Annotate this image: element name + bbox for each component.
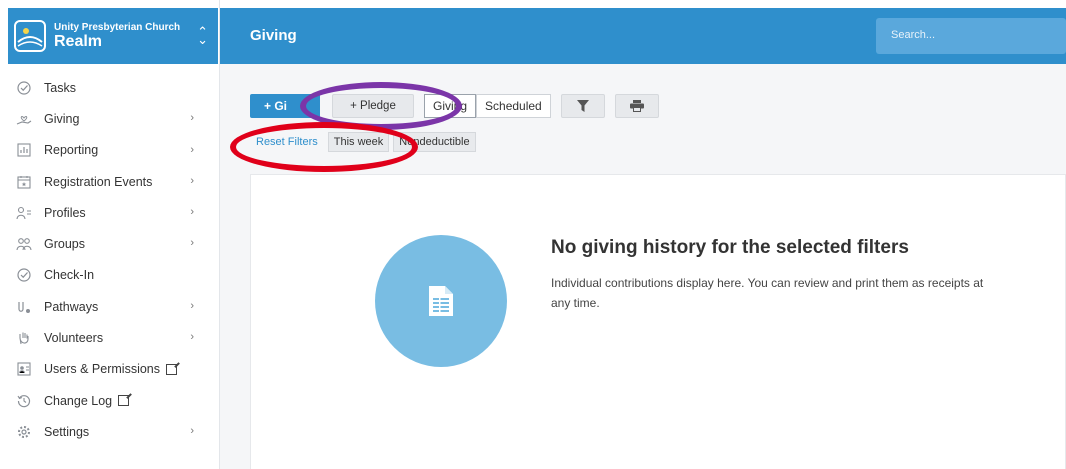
id-card-icon [16, 361, 32, 377]
check-circle-icon [16, 80, 32, 96]
sidebar-nav: Tasks Giving › Reporting › Registration … [0, 72, 220, 448]
external-link-icon [118, 395, 130, 407]
realm-logo-icon [14, 20, 46, 52]
tab-scheduled[interactable]: Scheduled [476, 94, 551, 118]
page-title: Giving [250, 27, 297, 44]
sidebar-item-label: Reporting [44, 143, 99, 158]
sidebar-item-settings[interactable]: Settings › [0, 416, 220, 447]
chevron-right-icon: › [190, 174, 194, 187]
empty-state-title: No giving history for the selected filte… [551, 237, 909, 258]
sidebar-item-reporting[interactable]: Reporting › [0, 135, 220, 166]
sidebar: Unity Presbyterian Church Realm ⌃ ⌄ Tasks… [0, 0, 220, 469]
product-name: Realm [54, 32, 103, 50]
empty-state-description: Individual contributions display here. Y… [551, 276, 984, 310]
person-list-icon [16, 205, 32, 221]
sidebar-item-tasks[interactable]: Tasks [0, 72, 220, 103]
filter-button[interactable] [560, 94, 605, 118]
sidebar-item-label: Giving [44, 111, 80, 126]
printer-icon [629, 100, 644, 112]
sidebar-item-label: Registration Events [44, 174, 153, 189]
sidebar-item-label: Pathways [44, 299, 99, 314]
annotation-ellipse-red [230, 122, 418, 172]
sidebar-item-change-log[interactable]: Change Log [0, 385, 220, 416]
sidebar-item-label: Settings [44, 424, 90, 439]
sidebar-item-label: Groups [44, 237, 85, 252]
sidebar-item-groups[interactable]: Groups › [0, 228, 220, 259]
external-link-icon [166, 363, 177, 375]
filter-icon [576, 100, 589, 112]
history-icon [16, 393, 32, 409]
sidebar-item-volunteers[interactable]: Volunteers › [0, 322, 220, 353]
hand-heart-icon [16, 111, 32, 127]
sidebar-item-label: Check-In [44, 268, 95, 283]
search-input[interactable]: Search... [876, 18, 1066, 54]
empty-state-illustration [375, 235, 507, 367]
bar-chart-icon [16, 142, 32, 158]
document-icon [429, 286, 453, 316]
chevron-right-icon: › [190, 425, 194, 438]
sidebar-item-label: Change Log [44, 393, 113, 408]
chevron-right-icon: › [190, 206, 194, 219]
hand-icon [16, 330, 32, 346]
chevron-right-icon: › [190, 143, 194, 156]
sidebar-item-registration-events[interactable]: Registration Events › [0, 166, 220, 197]
chevron-right-icon: › [190, 300, 194, 313]
chevron-right-icon: › [190, 331, 194, 344]
sidebar-item-pathways[interactable]: Pathways › [0, 291, 220, 322]
sidebar-item-check-in[interactable]: Check-In [0, 260, 220, 291]
chevron-right-icon: › [190, 112, 194, 125]
sidebar-item-giving[interactable]: Giving › [0, 103, 220, 134]
people-icon [16, 236, 32, 252]
giving-history-panel: No giving history for the selected filte… [250, 174, 1066, 469]
check-circle-icon [16, 267, 32, 283]
app-root: Unity Presbyterian Church Realm ⌃ ⌄ Tasks… [0, 0, 1066, 469]
sidebar-item-label: Volunteers [44, 331, 104, 346]
sidebar-item-label: Users & Permissions [44, 362, 160, 377]
brand-text: Unity Presbyterian Church Realm [54, 22, 180, 51]
gear-icon [16, 424, 32, 440]
sidebar-item-profiles[interactable]: Profiles › [0, 197, 220, 228]
org-name: Unity Presbyterian Church [54, 21, 181, 33]
calendar-star-icon [16, 174, 32, 190]
org-switcher[interactable]: Unity Presbyterian Church Realm ⌃ ⌄ [8, 8, 218, 64]
pathways-icon [16, 299, 32, 315]
sidebar-item-users-permissions[interactable]: Users & Permissions [0, 354, 220, 385]
sidebar-item-label: Tasks [44, 80, 76, 95]
chevron-updown-icon: ⌃ ⌄ [197, 24, 208, 47]
print-button[interactable] [614, 94, 659, 118]
sidebar-item-label: Profiles [44, 205, 86, 220]
chevron-right-icon: › [190, 237, 194, 250]
top-header: Giving Search... [220, 8, 1066, 64]
